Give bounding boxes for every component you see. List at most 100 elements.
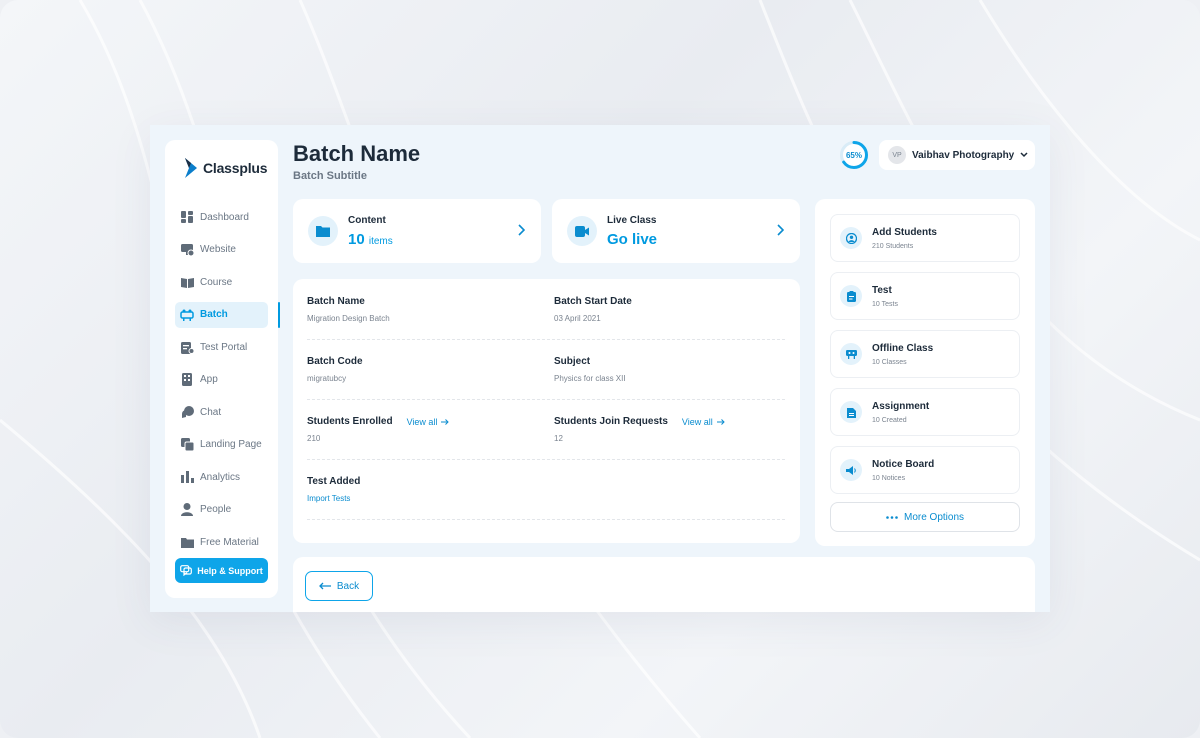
sidebar-item-course[interactable]: Course <box>165 269 278 295</box>
view-all-label: View all <box>406 416 438 427</box>
sidebar-item-label: Batch <box>200 309 228 320</box>
content-card[interactable]: Content 10 items <box>293 199 541 263</box>
test-option[interactable]: Test 10 Tests <box>830 272 1020 320</box>
batch-name-value: Migration Design Batch <box>307 314 390 323</box>
sidebar-item-app[interactable]: App <box>165 367 278 393</box>
batch-code-value: migratubcy <box>307 374 347 383</box>
divider <box>307 399 785 400</box>
students-enrolled-field: Students Enrolled View all 210 <box>307 416 450 443</box>
chat-bubble-icon <box>180 565 193 576</box>
video-camera-icon <box>567 216 597 246</box>
sidebar-item-free-material[interactable]: Free Material <box>165 529 278 555</box>
sidebar-item-website[interactable]: Website <box>165 237 278 263</box>
sidebar-item-analytics[interactable]: Analytics <box>165 464 278 490</box>
join-requests-row: Students Join Requests View all <box>554 416 725 427</box>
live-class-card[interactable]: Live Class Go live <box>552 199 800 263</box>
test-icon <box>840 285 862 307</box>
profile-progress-ring[interactable]: 65% <box>839 140 869 170</box>
website-icon <box>180 243 194 257</box>
divider <box>307 339 785 340</box>
divider <box>307 459 785 460</box>
more-options-button[interactable]: More Options <box>830 502 1020 532</box>
analytics-icon <box>180 470 194 484</box>
batch-options-panel: Add Students 210 Students Test 10 Tests Of… <box>815 199 1035 546</box>
view-all-enrolled-link[interactable]: View all <box>407 417 450 427</box>
join-requests-label: Students Join Requests <box>554 416 668 427</box>
batch-name-label: Batch Name <box>307 296 365 307</box>
option-title: Notice Board <box>872 458 935 470</box>
option-title: Add Students <box>872 226 937 238</box>
sidebar-item-label: App <box>200 374 218 385</box>
test-added-label: Test Added <box>307 476 361 487</box>
sidebar-item-label: Course <box>200 276 233 288</box>
app-window: Classplus Dashboard Website Course Batch <box>150 125 1050 612</box>
join-requests-field: Students Join Requests View all 12 <box>554 416 725 443</box>
chevron-down-icon <box>1020 152 1028 158</box>
option-title: Offline Class <box>872 342 934 354</box>
sidebar-item-label: Landing Page <box>200 439 262 450</box>
arrow-right-icon <box>716 418 725 425</box>
students-enrolled-row: Students Enrolled View all <box>307 416 450 427</box>
subject-label: Subject <box>554 356 591 367</box>
import-tests-link[interactable]: Import Tests <box>307 494 360 503</box>
more-options-label: More Options <box>903 511 965 523</box>
sidebar-item-label: People <box>200 504 232 515</box>
sidebar-item-dashboard[interactable]: Dashboard <box>165 204 278 230</box>
view-all-requests-link[interactable]: View all <box>682 417 725 427</box>
arrow-left-icon <box>318 582 331 590</box>
test-portal-icon <box>180 340 194 354</box>
option-title: Test <box>872 284 892 296</box>
user-name: Vaibhav Photography <box>912 149 1015 161</box>
course-icon <box>180 275 194 289</box>
go-live-link[interactable]: Go live <box>607 231 657 248</box>
sidebar-item-test-portal[interactable]: Test Portal <box>165 334 278 360</box>
sidebar-item-landing-page[interactable]: Landing Page <box>165 432 278 458</box>
option-title: Assignment <box>872 400 930 412</box>
sidebar-item-people[interactable]: People <box>165 497 278 523</box>
user-menu[interactable]: VP Vaibhav Photography <box>879 140 1035 170</box>
assignment-icon <box>840 401 862 423</box>
join-requests-value: 12 <box>554 434 563 443</box>
sidebar-item-label: Chat <box>200 406 222 418</box>
content-label: Content <box>348 215 386 226</box>
chevron-right-icon <box>777 224 784 236</box>
students-enrolled-label: Students Enrolled <box>307 416 393 427</box>
classplus-logo[interactable]: Classplus <box>183 158 268 178</box>
offline-class-option[interactable]: Offline Class 10 Classes <box>830 330 1020 378</box>
chevron-right-icon <box>518 224 525 236</box>
sidebar-item-label: Analytics <box>200 471 241 483</box>
notice-board-option[interactable]: Notice Board 10 Notices <box>830 446 1020 494</box>
back-button[interactable]: Back <box>305 571 373 601</box>
sidebar-item-label: Dashboard <box>200 211 249 223</box>
subject-field: Subject Physics for class XII <box>554 356 626 383</box>
free-material-icon <box>180 535 194 549</box>
people-icon <box>180 503 194 517</box>
content-count-unit: items <box>368 236 393 247</box>
sidebar-item-chat[interactable]: Chat <box>165 399 278 425</box>
page-title: Batch Name <box>293 141 421 166</box>
notice-board-icon <box>840 459 862 481</box>
folder-icon <box>308 216 338 246</box>
divider <box>307 519 785 520</box>
chat-icon <box>180 405 194 419</box>
app-icon <box>180 373 194 387</box>
sidebar-item-batch[interactable]: Batch <box>175 301 280 328</box>
back-label: Back <box>336 580 360 592</box>
avatar: VP <box>888 146 906 164</box>
progress-percent: 65% <box>845 150 862 160</box>
batch-details-card: Batch Name Migration Design Batch Batch … <box>293 279 800 543</box>
add-students-option[interactable]: Add Students 210 Students <box>830 214 1020 262</box>
page-subtitle: Batch Subtitle <box>293 170 367 182</box>
more-dots-icon <box>886 515 898 519</box>
assignment-option[interactable]: Assignment 10 Created <box>830 388 1020 436</box>
arrow-right-icon <box>441 418 450 425</box>
help-support-button[interactable]: Help & Support <box>175 558 268 583</box>
landing-page-icon <box>180 438 194 452</box>
students-enrolled-value: 210 <box>307 434 321 443</box>
test-added-field: Test Added Import Tests <box>307 476 360 503</box>
batch-icon <box>180 308 194 322</box>
batch-code-label: Batch Code <box>307 356 363 367</box>
sidebar-nav: Dashboard Website Course Batch Test Port… <box>165 204 280 562</box>
batch-name-field: Batch Name Migration Design Batch <box>307 296 390 323</box>
option-subtitle: 10 Tests <box>872 300 898 308</box>
